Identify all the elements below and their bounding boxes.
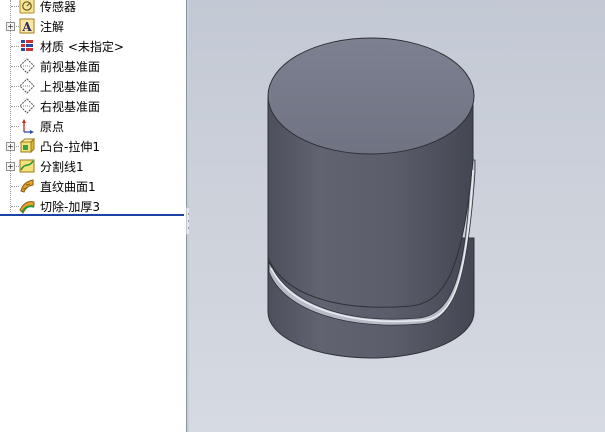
plane-icon [19, 78, 35, 94]
material-icon [19, 38, 35, 54]
tree-item-label: 上视基准面 [40, 80, 101, 94]
plane-icon [19, 58, 35, 74]
expand-plus-icon[interactable]: + [6, 22, 15, 31]
tree-item-label: 右视基准面 [40, 100, 101, 114]
cut-thicken-icon [19, 198, 35, 214]
tree-item-label: 分割线1 [40, 160, 84, 174]
cylinder-model[interactable] [189, 0, 605, 432]
tree-item-label: 传感器 [40, 0, 77, 14]
split-line-icon [19, 158, 35, 174]
expand-plus-icon[interactable]: + [6, 162, 15, 171]
tree-item-annotations[interactable]: + A 注解 [0, 16, 186, 36]
tree-item-top-plane[interactable]: 上视基准面 [0, 76, 186, 96]
tree-item-label: 原点 [40, 120, 65, 134]
ruled-surface-icon [19, 178, 35, 194]
tree-item-ruled-surface[interactable]: 直纹曲面1 [0, 176, 186, 196]
cylinder-top-face [267, 37, 475, 155]
tree-item-label: 切除-加厚3 [40, 200, 100, 214]
tree-item-label: 直纹曲面1 [40, 180, 96, 194]
annotation-icon: A [19, 18, 35, 34]
tree-item-label: 材质 <未指定> [40, 40, 124, 54]
tree-item-boss-extrude[interactable]: + 凸台-拉伸1 [0, 136, 186, 156]
tree-item-cut-thicken[interactable]: 切除-加厚3 [0, 196, 186, 216]
expand-plus-icon[interactable]: + [6, 142, 15, 151]
graphics-viewport[interactable] [189, 0, 605, 432]
feature-manager-tree: 传感器 + A 注解 材质 <未指定> 前视基准面 上视基准面 右视基准面 原点… [0, 0, 186, 432]
sensor-icon [19, 0, 35, 14]
tree-item-sensors[interactable]: 传感器 [0, 0, 186, 16]
tree-item-front-plane[interactable]: 前视基准面 [0, 56, 186, 76]
extrude-icon [19, 137, 36, 154]
plane-icon [19, 98, 35, 114]
tree-item-right-plane[interactable]: 右视基准面 [0, 96, 186, 116]
tree-item-label: 凸台-拉伸1 [40, 140, 100, 154]
tree-item-origin[interactable]: 原点 [0, 116, 186, 136]
tree-item-label: 注解 [40, 20, 65, 34]
origin-icon [19, 118, 35, 134]
tree-item-label: 前视基准面 [40, 60, 101, 74]
tree-item-material[interactable]: 材质 <未指定> [0, 36, 186, 56]
svg-text:A: A [21, 20, 32, 34]
tree-item-split-line[interactable]: + 分割线1 [0, 156, 186, 176]
rollback-bar[interactable] [0, 214, 184, 216]
